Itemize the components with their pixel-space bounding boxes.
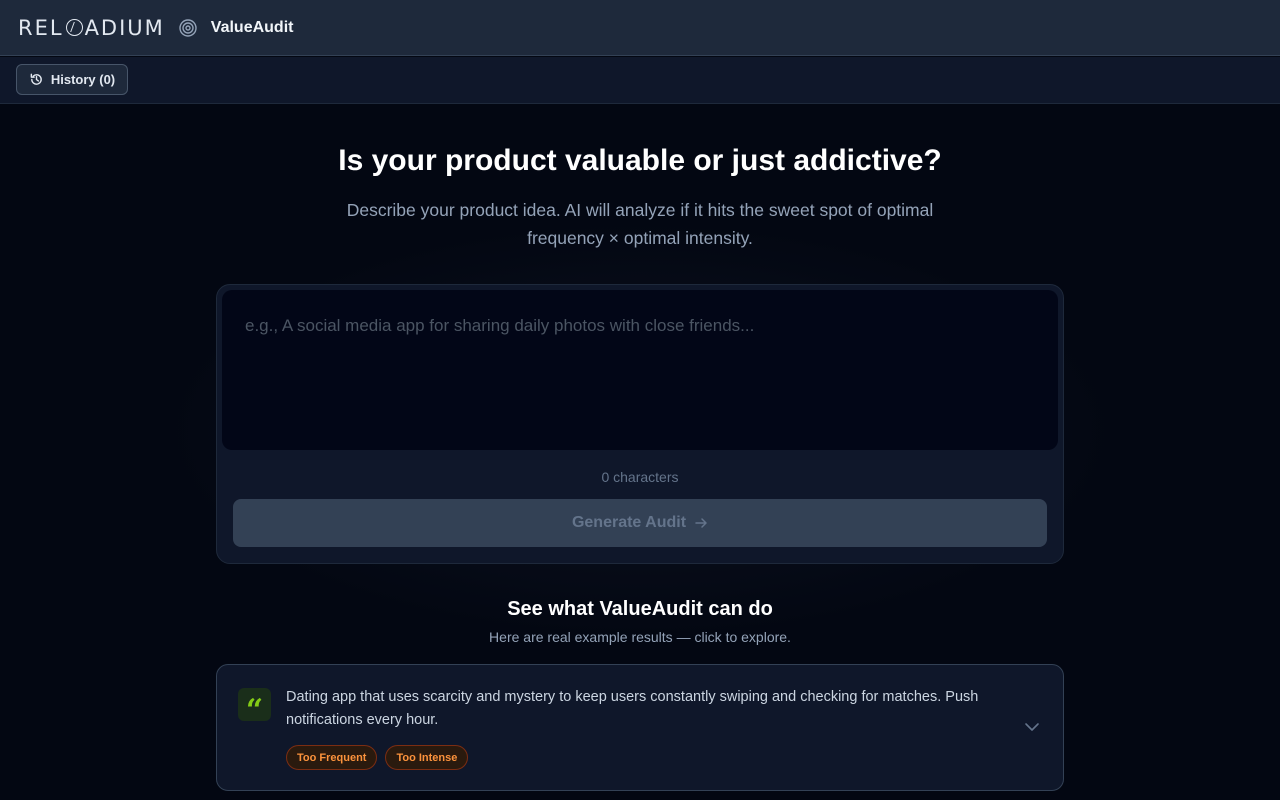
character-count: 0 characters	[601, 469, 679, 485]
target-icon	[179, 18, 197, 37]
examples-title: See what ValueAudit can do	[507, 598, 773, 620]
arrow-right-icon	[695, 518, 707, 528]
status-badge: Too Frequent	[286, 745, 378, 770]
status-badge: Too Intense	[385, 745, 469, 770]
page-title: Is your product valuable or just addicti…	[338, 144, 942, 177]
example-tags: Too Frequent Too Intense	[286, 745, 469, 770]
history-icon	[30, 73, 42, 85]
audit-input-card: 0 characters Generate Audit	[216, 284, 1064, 564]
top-navigation-bar: REL ADIUM ValueAudit	[0, 0, 1280, 56]
product-description-input[interactable]	[222, 290, 1058, 450]
generate-audit-label: Generate Audit	[571, 514, 687, 531]
logo-mark-icon	[65, 19, 83, 36]
chevron-down-icon[interactable]	[1023, 718, 1041, 736]
toolbar: History (0)	[0, 57, 1280, 104]
example-text: Dating app that uses scarcity and myster…	[286, 689, 979, 728]
examples-subtitle: Here are real example results — click to…	[489, 629, 791, 645]
history-label: History (0)	[50, 72, 116, 87]
generate-audit-button[interactable]: Generate Audit	[233, 499, 1047, 547]
brand-logo[interactable]: REL ADIUM	[18, 16, 165, 40]
example-result-card[interactable]: “ Dating app that uses scarcity and myst…	[216, 664, 1064, 791]
page-subtitle: Describe your product idea. AI will anal…	[346, 200, 934, 248]
quote-icon: “	[238, 688, 271, 725]
app-name: ValueAudit	[210, 18, 294, 36]
history-button[interactable]: History (0)	[16, 64, 128, 95]
